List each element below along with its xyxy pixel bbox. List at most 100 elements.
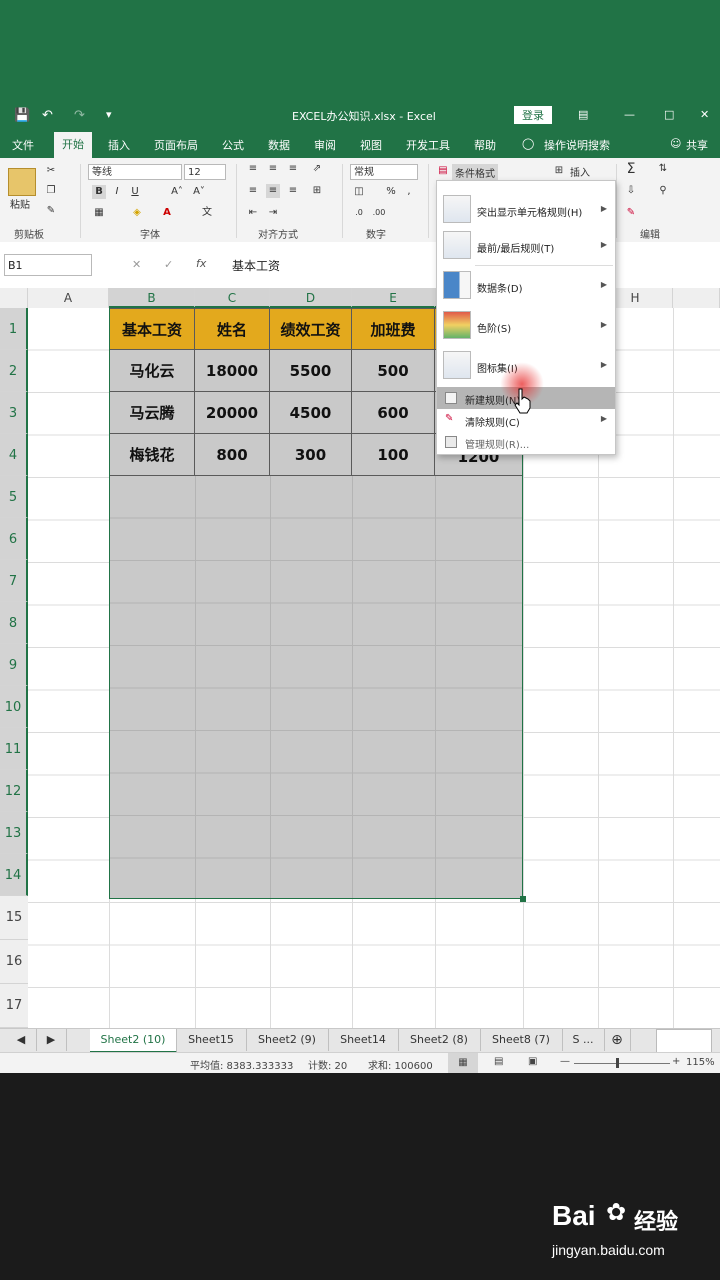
tell-me-search[interactable]: 操作说明搜索 xyxy=(544,137,610,153)
fill-color-icon[interactable]: ◈ xyxy=(130,206,144,220)
decrease-font-icon[interactable]: A˅ xyxy=(192,185,206,199)
row-header[interactable]: 2 xyxy=(0,350,28,392)
align-center-icon[interactable]: ≡ xyxy=(266,184,280,198)
sheet-tab[interactable]: Sheet14 xyxy=(328,1029,399,1051)
row-header[interactable]: 1 xyxy=(0,308,28,350)
tab-home[interactable]: 开始 xyxy=(54,132,92,158)
decrease-indent-icon[interactable]: ⇤ xyxy=(246,206,260,220)
insert-function-icon[interactable]: fx xyxy=(196,257,206,270)
increase-font-icon[interactable]: A˄ xyxy=(170,185,184,199)
increase-decimal-icon[interactable]: .0 xyxy=(352,206,366,220)
zoom-out-icon[interactable]: — xyxy=(560,1056,570,1067)
clear-icon[interactable]: ✎ xyxy=(624,206,638,220)
bold-button[interactable]: B xyxy=(92,185,106,199)
comma-style-icon[interactable]: , xyxy=(402,185,416,199)
sheet-tab[interactable]: Sheet8 (7) xyxy=(480,1029,563,1051)
tab-help[interactable]: 帮助 xyxy=(474,137,496,153)
cancel-icon[interactable]: ✕ xyxy=(132,258,141,271)
column-header-e[interactable]: E xyxy=(352,288,435,308)
column-header-b[interactable]: B xyxy=(109,288,195,308)
formula-input[interactable]: 基本工资 xyxy=(232,257,280,274)
save-icon[interactable]: 💾 xyxy=(14,108,30,123)
align-left-icon[interactable]: ≡ xyxy=(246,184,260,198)
sheet-tab[interactable]: Sheet2 (8) xyxy=(398,1029,481,1051)
fill-icon[interactable]: ⇩ xyxy=(624,184,638,198)
row-header[interactable]: 10 xyxy=(0,686,28,728)
normal-view-icon[interactable]: ▦ xyxy=(448,1053,478,1073)
tab-file[interactable]: 文件 xyxy=(12,137,34,153)
percent-style-icon[interactable]: % xyxy=(384,185,398,199)
fill-handle[interactable] xyxy=(520,896,526,902)
row-header[interactable]: 4 xyxy=(0,434,28,476)
tab-page-layout[interactable]: 页面布局 xyxy=(154,137,198,153)
maximize-button[interactable]: □ xyxy=(664,108,674,121)
row-header[interactable]: 11 xyxy=(0,728,28,770)
column-header-c[interactable]: C xyxy=(195,288,270,308)
row-header[interactable]: 12 xyxy=(0,770,28,812)
align-bottom-icon[interactable]: ≡ xyxy=(286,162,300,176)
scroll-right-icon[interactable]: ▶ xyxy=(36,1029,67,1051)
row-header[interactable]: 7 xyxy=(0,560,28,602)
redo-icon[interactable]: ↷ xyxy=(74,108,85,123)
conditional-format-button[interactable]: 条件格式 xyxy=(452,164,498,181)
horizontal-scrollbar[interactable] xyxy=(656,1029,712,1053)
orientation-icon[interactable]: ⇗ xyxy=(310,162,324,176)
decrease-decimal-icon[interactable]: .00 xyxy=(372,206,386,220)
conditional-format-icon[interactable]: ▤ xyxy=(436,164,450,178)
zoom-slider-thumb[interactable] xyxy=(616,1058,619,1068)
quick-access-customize-icon[interactable]: ▾ xyxy=(106,108,112,121)
phonetic-icon[interactable]: 文 xyxy=(200,206,214,220)
tab-view[interactable]: 视图 xyxy=(360,137,382,153)
login-button[interactable]: 登录 xyxy=(514,106,552,124)
tab-data[interactable]: 数据 xyxy=(268,137,290,153)
row-header[interactable]: 16 xyxy=(0,940,28,984)
zoom-in-icon[interactable]: + xyxy=(672,1056,680,1067)
sheet-tab[interactable]: Sheet15 xyxy=(176,1029,247,1051)
underline-button[interactable]: U xyxy=(128,185,142,199)
font-name-box[interactable]: 等线 xyxy=(88,164,182,180)
enter-icon[interactable]: ✓ xyxy=(164,258,173,271)
ribbon-display-icon[interactable]: ▤ xyxy=(578,108,588,121)
sheet-tab[interactable]: S ... xyxy=(562,1029,605,1051)
insert-cells-icon[interactable]: ⊞ xyxy=(552,164,566,178)
borders-icon[interactable]: ▦ xyxy=(92,206,106,220)
scroll-left-icon[interactable]: ◀ xyxy=(6,1029,37,1051)
sheet-tab[interactable]: Sheet2 (10) xyxy=(90,1029,177,1053)
column-header-a[interactable]: A xyxy=(28,288,109,308)
menu-item-color-scales[interactable]: 色阶(S) ▶ xyxy=(437,309,615,343)
undo-icon[interactable]: ↶ xyxy=(42,108,53,123)
menu-item-data-bars[interactable]: 数据条(D) ▶ xyxy=(437,269,615,303)
name-box[interactable]: B1 xyxy=(4,254,92,276)
close-button[interactable]: ✕ xyxy=(700,108,709,121)
row-header[interactable]: 5 xyxy=(0,476,28,518)
align-middle-icon[interactable]: ≡ xyxy=(266,162,280,176)
select-all-corner[interactable] xyxy=(0,288,28,308)
increase-indent-icon[interactable]: ⇥ xyxy=(266,206,280,220)
paste-icon[interactable] xyxy=(8,168,36,196)
align-top-icon[interactable]: ≡ xyxy=(246,162,260,176)
font-color-icon[interactable]: A xyxy=(160,206,174,220)
number-format-box[interactable]: 常规 xyxy=(350,164,418,180)
share-button[interactable]: 共享 xyxy=(686,137,708,153)
row-header[interactable]: 15 xyxy=(0,896,28,940)
autosum-icon[interactable]: Σ xyxy=(624,162,638,176)
row-header[interactable]: 3 xyxy=(0,392,28,434)
minimize-button[interactable]: — xyxy=(624,108,635,121)
row-header[interactable]: 6 xyxy=(0,518,28,560)
row-header[interactable]: 8 xyxy=(0,602,28,644)
row-header[interactable]: 17 xyxy=(0,984,28,1028)
menu-item-manage-rules[interactable]: 管理规则(R)... xyxy=(437,431,615,453)
column-header-i[interactable] xyxy=(673,288,720,308)
italic-button[interactable]: I xyxy=(110,185,124,199)
menu-item-highlight-rules[interactable]: 突出显示单元格规则(H) ▶ xyxy=(437,193,615,227)
row-header[interactable]: 13 xyxy=(0,812,28,854)
format-painter-icon[interactable]: ✎ xyxy=(44,204,58,218)
insert-cells-button[interactable]: 插入 xyxy=(570,164,590,179)
page-break-view-icon[interactable]: ▣ xyxy=(528,1056,537,1067)
tab-insert[interactable]: 插入 xyxy=(108,137,130,153)
tab-developer[interactable]: 开发工具 xyxy=(406,137,450,153)
menu-item-top-bottom-rules[interactable]: 最前/最后规则(T) ▶ xyxy=(437,229,615,263)
font-size-box[interactable]: 12 xyxy=(184,164,226,180)
tab-formulas[interactable]: 公式 xyxy=(222,137,244,153)
zoom-level[interactable]: 115% xyxy=(686,1057,715,1068)
